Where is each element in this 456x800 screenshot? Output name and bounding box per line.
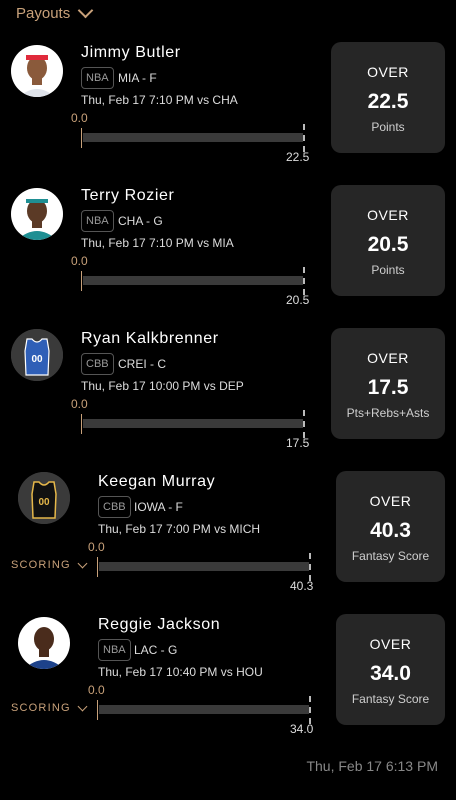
player-name: Reggie Jackson (98, 616, 221, 633)
over-under-label: OVER (369, 636, 412, 652)
pick-card[interactable]: 00 Keegan Murray CBB IOWA - F Thu, Feb 1… (0, 469, 456, 612)
progress-target: 22.5 (286, 150, 310, 164)
team-position: CHA - G (118, 214, 163, 228)
progress-tick (81, 414, 82, 434)
progress-bar (83, 133, 303, 142)
scoring-label: SCORING (11, 559, 71, 571)
projection-line: 22.5 (367, 90, 409, 113)
pick-card[interactable]: 00 Ryan Kalkbrenner CBB CREI - C Thu, Fe… (0, 326, 456, 469)
payouts-dropdown[interactable]: Payouts (16, 2, 94, 24)
stat-type: Fantasy Score (351, 692, 430, 706)
progress-tick (97, 557, 98, 577)
progress-target: 20.5 (286, 293, 310, 307)
player-name: Terry Rozier (81, 187, 175, 204)
projection-box[interactable]: OVER 22.5 Points (331, 42, 445, 153)
projection-box[interactable]: OVER 17.5 Pts+Rebs+Asts (331, 328, 445, 439)
progress-start: 0.0 (88, 540, 105, 554)
progress-target: 17.5 (286, 436, 310, 450)
over-under-label: OVER (367, 64, 409, 80)
game-info: Thu, Feb 17 7:00 PM vs MICH (98, 522, 261, 536)
progress-tick (81, 271, 82, 291)
player-name: Jimmy Butler (81, 44, 181, 61)
target-marker (309, 553, 311, 581)
pick-card[interactable]: Terry Rozier NBA CHA - G Thu, Feb 17 7:1… (0, 183, 456, 326)
scoring-dropdown[interactable]: SCORING (11, 558, 88, 571)
pick-card[interactable]: Jimmy Butler NBA MIA - F Thu, Feb 17 7:1… (0, 40, 456, 183)
projection-line: 20.5 (367, 233, 409, 256)
team-position: MIA - F (118, 71, 157, 85)
pick-card[interactable]: Reggie Jackson NBA LAC - G Thu, Feb 17 1… (0, 612, 456, 755)
svg-text:00: 00 (31, 354, 43, 365)
payouts-label: Payouts (16, 4, 71, 22)
player-avatar (18, 617, 70, 669)
league-badge: NBA (81, 210, 114, 232)
league-badge: NBA (81, 67, 114, 89)
player-avatar (11, 188, 63, 240)
progress-start: 0.0 (88, 683, 105, 697)
projection-line: 34.0 (370, 662, 411, 685)
projection-box[interactable]: OVER 34.0 Fantasy Score (336, 614, 445, 725)
league-badge: NBA (98, 639, 131, 661)
progress-bar (99, 562, 309, 571)
progress-bar (99, 705, 309, 714)
projection-box[interactable]: OVER 40.3 Fantasy Score (336, 471, 445, 582)
projection-line: 17.5 (367, 376, 409, 399)
league-badge: CBB (81, 353, 114, 375)
team-position: LAC - G (134, 643, 178, 657)
timestamp: Thu, Feb 17 6:13 PM (306, 758, 438, 774)
progress-target: 40.3 (290, 579, 314, 593)
jersey-icon: 00 (18, 472, 70, 524)
scoring-label: SCORING (11, 702, 71, 714)
target-marker (303, 410, 305, 438)
target-marker (303, 124, 305, 152)
target-marker (309, 696, 311, 724)
over-under-label: OVER (367, 350, 409, 366)
game-info: Thu, Feb 17 7:10 PM vs MIA (81, 236, 234, 250)
team-position: CREI - C (118, 357, 166, 371)
progress-tick (81, 128, 82, 148)
target-marker (303, 267, 305, 295)
player-avatar: 00 (11, 329, 63, 381)
player-photo (18, 617, 70, 669)
progress-bar (83, 276, 303, 285)
player-photo (11, 188, 63, 240)
progress-tick (97, 700, 98, 720)
svg-text:00: 00 (38, 497, 50, 508)
progress-start: 0.0 (71, 254, 88, 268)
progress-start: 0.0 (71, 397, 88, 411)
scoring-dropdown[interactable]: SCORING (11, 701, 88, 714)
chevron-down-icon (77, 2, 94, 19)
chevron-down-icon (77, 558, 88, 568)
jersey-icon: 00 (11, 329, 63, 381)
stat-type: Points (371, 263, 405, 277)
projection-box[interactable]: OVER 20.5 Points (331, 185, 445, 296)
projection-line: 40.3 (370, 519, 411, 542)
progress-bar (83, 419, 303, 428)
game-info: Thu, Feb 17 7:10 PM vs CHA (81, 93, 238, 107)
over-under-label: OVER (369, 493, 412, 509)
progress-target: 34.0 (290, 722, 314, 736)
stat-type: Fantasy Score (351, 549, 430, 563)
player-name: Keegan Murray (98, 473, 216, 490)
chevron-down-icon (77, 701, 88, 711)
game-info: Thu, Feb 17 10:00 PM vs DEP (81, 379, 244, 393)
player-name: Ryan Kalkbrenner (81, 330, 219, 347)
player-photo (11, 45, 63, 97)
team-position: IOWA - F (134, 500, 183, 514)
game-info: Thu, Feb 17 10:40 PM vs HOU (98, 665, 263, 679)
over-under-label: OVER (367, 207, 409, 223)
stat-type: Pts+Rebs+Asts (346, 406, 430, 420)
progress-start: 0.0 (71, 111, 88, 125)
league-badge: CBB (98, 496, 131, 518)
player-avatar: 00 (18, 472, 70, 524)
player-avatar (11, 45, 63, 97)
stat-type: Points (371, 120, 405, 134)
